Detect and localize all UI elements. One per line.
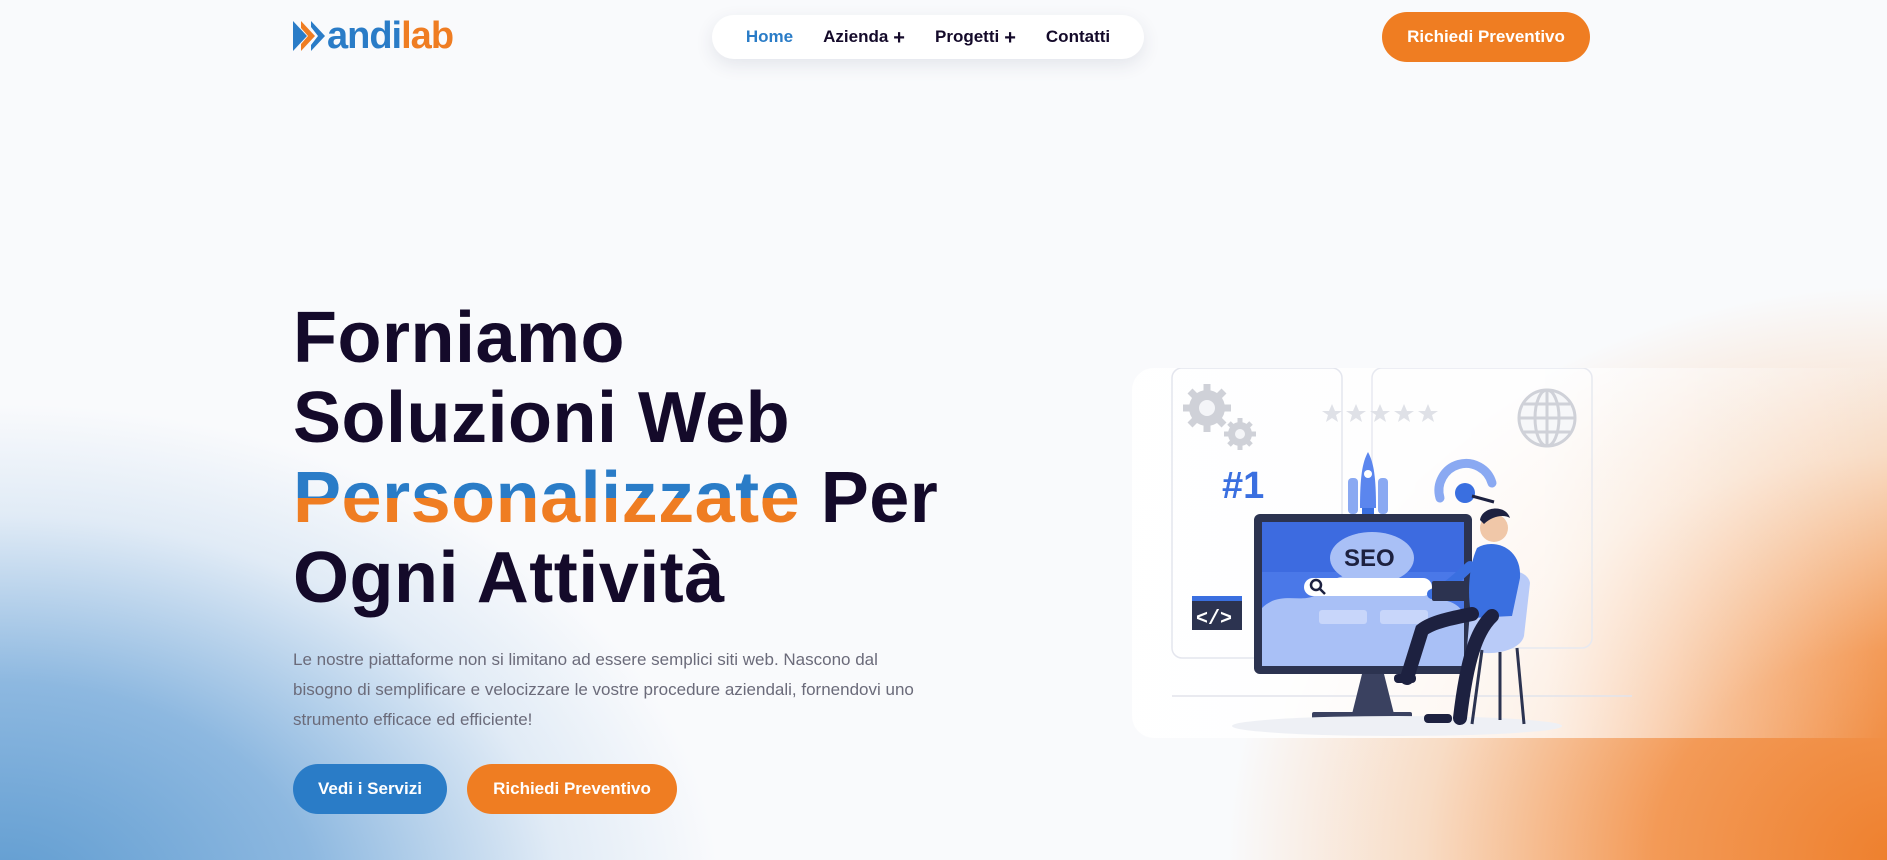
nav-progetti[interactable]: Progetti + — [935, 27, 1016, 48]
nav-contatti[interactable]: Contatti — [1046, 27, 1110, 47]
hero-description: Le nostre piattaforme non si limitano ad… — [293, 650, 914, 729]
main-nav: Home Azienda + Progetti + Contatti — [712, 15, 1144, 59]
hero-title-line-3: Personalizzate Per — [293, 458, 993, 538]
illustration-svg: #1 SEO </> — [1171, 368, 1632, 736]
code-icon: </> — [1192, 596, 1242, 631]
hero-title-line-4: Ogni Attività — [293, 538, 725, 618]
logo[interactable]: andilab — [293, 15, 454, 57]
hero-title-line-2: Soluzioni Web — [293, 378, 791, 458]
nav-home-label: Home — [745, 27, 794, 46]
hero-quote-button[interactable]: Richiedi Preventivo — [467, 764, 677, 814]
view-services-button[interactable]: Vedi i Servizi — [293, 764, 447, 814]
nav-progetti-label: Progetti — [934, 27, 1000, 46]
hero-title: Forniamo Soluzioni Web Personalizzate Pe… — [293, 298, 993, 618]
rocket-icon — [1348, 452, 1388, 518]
logo-text: andilab — [327, 15, 454, 57]
nav-azienda-label: Azienda — [823, 27, 889, 46]
stars-icon — [1322, 404, 1438, 422]
hero-title-line-3-rest: Per — [800, 458, 939, 538]
globe-icon — [1517, 388, 1577, 448]
nav-home[interactable]: Home — [746, 27, 793, 47]
plus-icon: + — [893, 26, 905, 49]
gears-icon — [1183, 384, 1256, 450]
svg-text:</>: </> — [1196, 608, 1232, 631]
hero-title-highlight: Personalizzate — [293, 458, 801, 538]
seo-text: SEO — [1344, 545, 1395, 572]
nav-contatti-label: Contatti — [1045, 27, 1111, 46]
header-quote-button[interactable]: Richiedi Preventivo — [1382, 12, 1590, 62]
rank-text: #1 — [1222, 465, 1264, 507]
wifi-icon — [1434, 458, 1497, 504]
logo-mark-icon — [293, 21, 325, 51]
nav-azienda[interactable]: Azienda + — [823, 27, 905, 48]
plus-icon: + — [1004, 26, 1016, 49]
hero-title-line-1: Forniamo — [293, 298, 626, 378]
seo-illustration: #1 SEO </> — [1132, 368, 1887, 738]
